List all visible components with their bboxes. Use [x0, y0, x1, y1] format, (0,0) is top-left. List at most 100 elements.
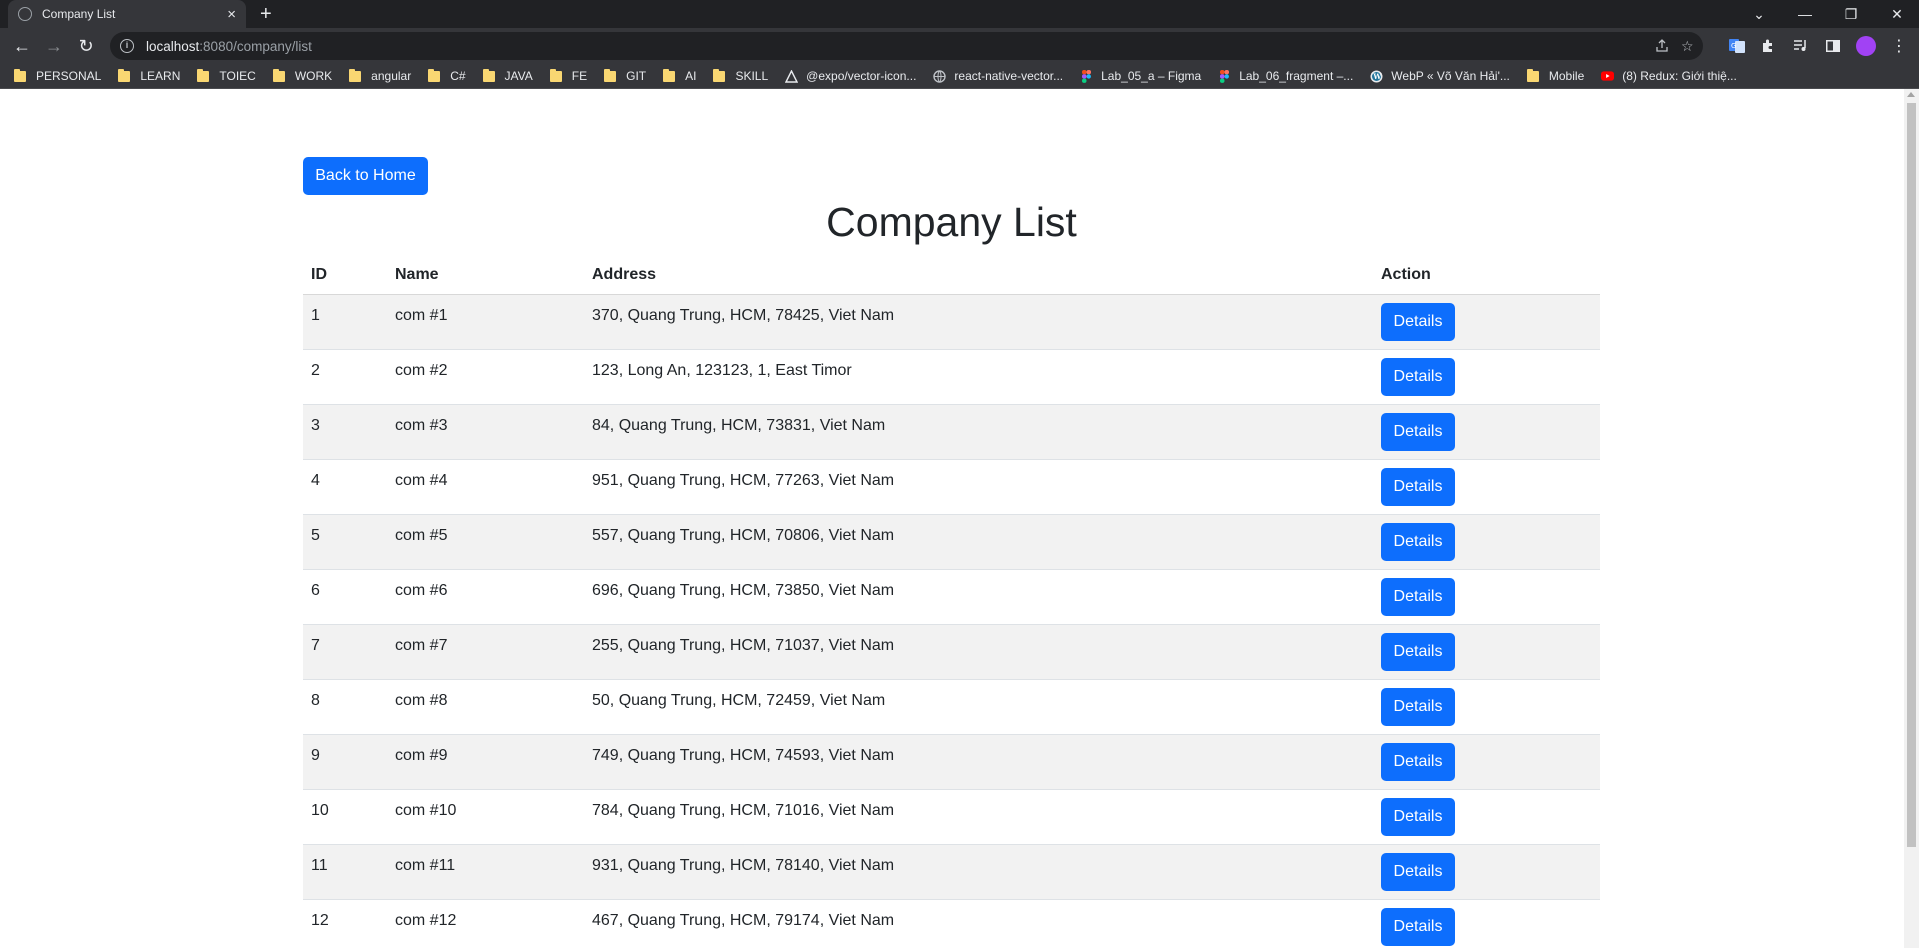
cell-action: Details [1373, 899, 1600, 948]
tab-close-icon[interactable]: × [227, 7, 236, 22]
bookmark-item[interactable]: TOIEC [197, 68, 256, 83]
bookmark-label: @expo/vector-icon... [806, 69, 917, 83]
cell-id: 4 [303, 459, 387, 515]
bookmark-item[interactable]: Lab_05_a – Figma [1080, 69, 1201, 83]
cell-action: Details [1373, 404, 1600, 460]
tab-search-icon[interactable]: ⌄ [1738, 0, 1780, 28]
details-button[interactable]: Details [1381, 797, 1455, 836]
cell-name: com #1 [387, 294, 584, 350]
vertical-scrollbar[interactable] [1904, 89, 1919, 948]
details-button[interactable]: Details [1381, 632, 1455, 671]
expo-icon [785, 69, 799, 83]
bookmark-label: SKILL [735, 69, 769, 83]
extensions-icon[interactable] [1758, 36, 1778, 56]
bookmark-label: TOIEC [219, 69, 256, 83]
header-action: Action [1373, 257, 1600, 295]
details-button[interactable]: Details [1381, 742, 1455, 781]
media-control-icon[interactable] [1791, 36, 1811, 56]
bookmark-label: C# [450, 69, 466, 83]
bookmark-item[interactable]: Mobile [1526, 68, 1584, 83]
back-icon[interactable]: ← [10, 34, 34, 58]
details-button[interactable]: Details [1381, 907, 1455, 946]
folder-icon [663, 68, 676, 82]
details-button[interactable]: Details [1381, 302, 1455, 341]
bookmark-item[interactable]: @expo/vector-icon... [785, 69, 916, 83]
bookmark-label: angular [371, 69, 412, 83]
cell-address: 749, Quang Trung, HCM, 74593, Viet Nam [584, 734, 1373, 790]
bookmark-item[interactable]: (8) Redux: Giới thiệ... [1601, 69, 1737, 83]
figma-icon [1080, 69, 1093, 83]
table-row: 11 com #11 931, Quang Trung, HCM, 78140, V… [303, 844, 1600, 900]
bookmark-item[interactable]: JAVA [482, 68, 533, 83]
folder-icon [272, 68, 285, 82]
cell-action: Details [1373, 624, 1600, 680]
cell-address: 467, Quang Trung, HCM, 79174, Viet Nam [584, 899, 1373, 948]
bookmark-item[interactable]: W WebP « Võ Văn Hải'... [1370, 69, 1510, 83]
bookmark-label: GIT [626, 69, 647, 83]
bookmark-star-icon[interactable]: ☆ [1681, 32, 1694, 60]
details-button[interactable]: Details [1381, 412, 1455, 451]
bookmark-item[interactable]: Lab_06_fragment –... [1218, 69, 1353, 83]
site-info-icon[interactable]: i [120, 39, 134, 53]
reload-icon[interactable]: ↻ [74, 34, 98, 58]
bookmark-item[interactable]: LEARN [118, 68, 180, 83]
cell-address: 951, Quang Trung, HCM, 77263, Viet Nam [584, 459, 1373, 515]
bookmark-item[interactable]: SKILL [713, 68, 769, 83]
translate-icon[interactable]: G [1727, 36, 1747, 56]
cell-action: Details [1373, 294, 1600, 350]
folder-icon [428, 68, 441, 82]
bookmark-item[interactable]: PERSONAL [14, 68, 102, 83]
details-button[interactable]: Details [1381, 357, 1455, 396]
tab-title: Company List [42, 7, 116, 21]
bookmark-item[interactable]: GIT [604, 68, 647, 83]
cell-name: com #3 [387, 404, 584, 460]
table-row: 4 com #4 951, Quang Trung, HCM, 77263, Vie… [303, 459, 1600, 515]
company-table: ID Name Address Action 1 com #1 370, Quang… [303, 257, 1600, 948]
folder-icon [349, 68, 362, 82]
address-bar[interactable]: i localhost:8080/company/list ☆ [110, 32, 1703, 60]
details-button[interactable]: Details [1381, 577, 1455, 616]
browser-tab[interactable]: Company List × [8, 0, 246, 28]
scrollbar-thumb[interactable] [1907, 103, 1916, 847]
details-button[interactable]: Details [1381, 687, 1455, 726]
forward-icon[interactable]: → [42, 34, 66, 58]
page-title: Company List [826, 199, 1077, 245]
bookmark-label: PERSONAL [36, 69, 102, 83]
scroll-up-icon[interactable] [1907, 92, 1915, 97]
cell-id: 7 [303, 624, 387, 680]
cell-name: com #10 [387, 789, 584, 845]
folder-icon [713, 68, 726, 82]
new-tab-button[interactable]: + [260, 3, 272, 25]
cell-id: 11 [303, 844, 387, 900]
cell-action: Details [1373, 844, 1600, 900]
cell-name: com #2 [387, 349, 584, 405]
table-row: 7 com #7 255, Quang Trung, HCM, 71037, Vie… [303, 624, 1600, 680]
profile-avatar-icon[interactable] [1856, 36, 1876, 56]
bookmark-label: WORK [294, 69, 333, 83]
close-window-icon[interactable]: ✕ [1876, 0, 1918, 28]
bookmark-item[interactable]: AI [663, 68, 697, 83]
bookmark-label: AI [685, 69, 697, 83]
restore-icon[interactable]: ❐ [1830, 0, 1872, 28]
table-header-row: ID Name Address Action [303, 257, 1600, 295]
bookmark-item[interactable]: FE [549, 68, 587, 83]
bookmark-item[interactable]: react-native-vector... [933, 69, 1063, 83]
details-button[interactable]: Details [1381, 467, 1455, 506]
cell-action: Details [1373, 349, 1600, 405]
header-address: Address [584, 257, 1373, 295]
menu-kebab-icon[interactable]: ⋮ [1889, 36, 1909, 56]
back-to-home-button[interactable]: Back to Home [303, 157, 428, 195]
cell-address: 696, Quang Trung, HCM, 73850, Viet Nam [584, 569, 1373, 625]
share-icon[interactable] [1655, 32, 1669, 60]
bookmark-item[interactable]: WORK [272, 68, 333, 83]
details-button[interactable]: Details [1381, 522, 1455, 561]
wordpress-icon: W [1370, 70, 1383, 83]
side-panel-icon[interactable] [1823, 36, 1843, 56]
details-button[interactable]: Details [1381, 852, 1455, 891]
folder-icon [1526, 68, 1539, 82]
cell-id: 1 [303, 294, 387, 350]
bookmark-item[interactable]: C# [428, 68, 466, 83]
minimize-icon[interactable]: — [1784, 0, 1826, 28]
bookmark-label: react-native-vector... [954, 69, 1064, 83]
bookmark-item[interactable]: angular [349, 68, 412, 83]
